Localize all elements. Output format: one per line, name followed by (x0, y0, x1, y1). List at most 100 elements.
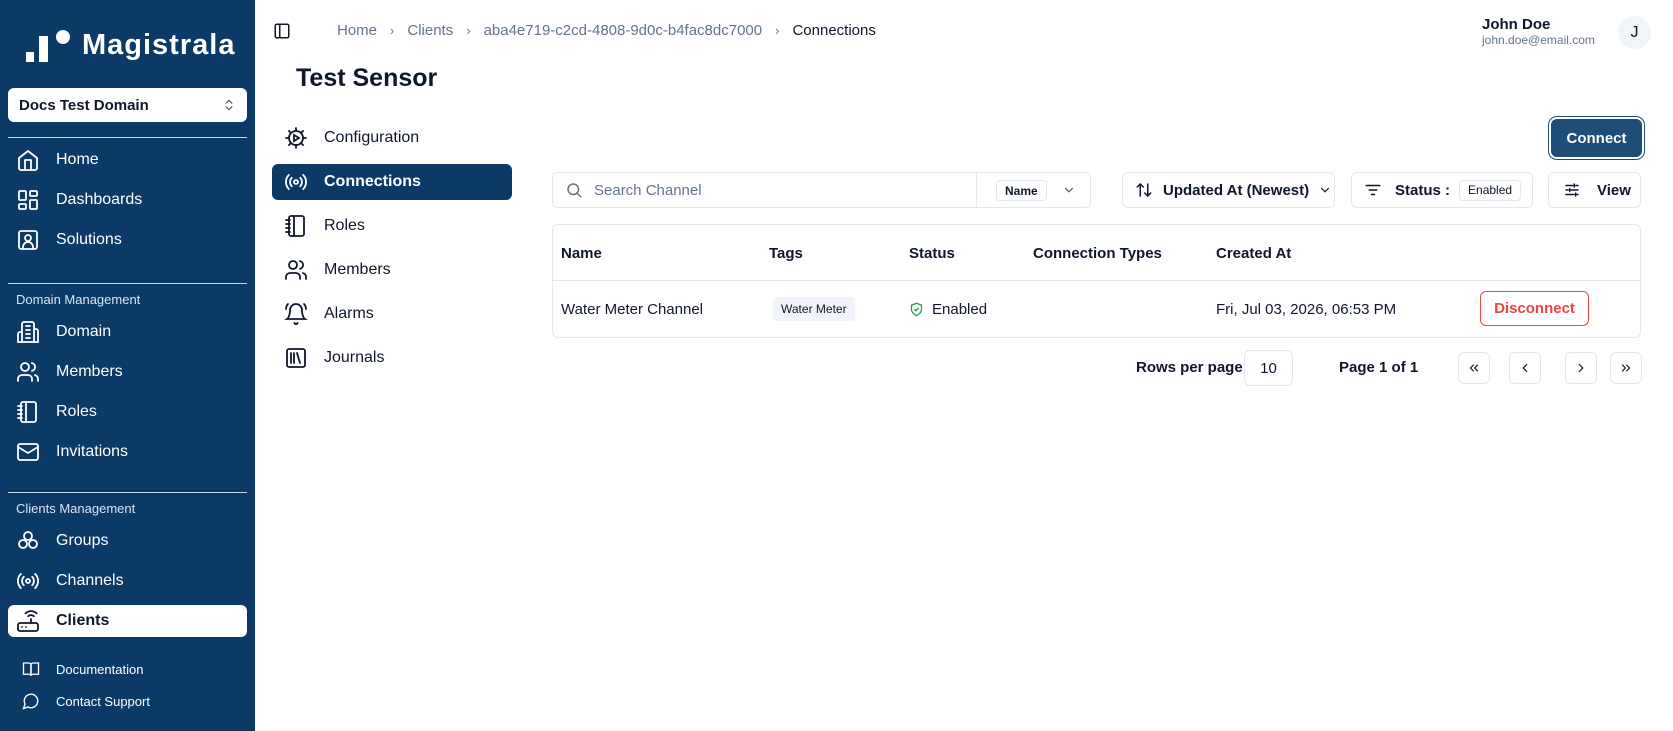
tab-roles[interactable]: Roles (272, 208, 512, 244)
status-filter-label: Status : (1395, 181, 1451, 199)
search-field-select[interactable]: Name (996, 180, 1047, 201)
breadcrumb-separator-icon: › (390, 23, 395, 38)
sidebar-item-label: Documentation (56, 661, 144, 677)
sidebar-item-channels[interactable]: Channels (8, 565, 247, 597)
disconnect-button[interactable]: Disconnect (1480, 291, 1589, 326)
tab-connections[interactable]: Connections (272, 164, 512, 200)
breadcrumb: Home › Clients › aba4e719-c2cd-4808-9d0c… (337, 22, 876, 39)
cell-created-at: Fri, Jul 03, 2026, 06:53 PM (1216, 301, 1397, 318)
tag-badge: Water Meter (773, 297, 855, 321)
tab-label: Alarms (324, 305, 374, 322)
radio-icon (17, 573, 39, 589)
previous-page-button[interactable] (1509, 352, 1541, 384)
sidebar-item-members[interactable]: Members (8, 356, 247, 388)
sidebar-item-home[interactable]: Home (8, 144, 247, 176)
sort-button[interactable]: Updated At (Newest) (1122, 172, 1335, 208)
sidebar-item-label: Roles (56, 403, 97, 420)
status-filter-value: Enabled (1459, 179, 1522, 201)
tab-journals[interactable]: Journals (272, 340, 512, 376)
chevrons-left-icon (1469, 364, 1479, 372)
status-filter-button[interactable]: Status : Enabled (1351, 172, 1533, 208)
shield-check-icon (910, 302, 923, 317)
chevron-left-icon (1522, 363, 1528, 373)
message-icon (22, 693, 39, 710)
sidebar-item-label: Contact Support (56, 693, 150, 709)
sidebar-item-label: Dashboards (56, 191, 143, 208)
tab-members[interactable]: Members (272, 252, 512, 288)
sidebar-divider (8, 283, 247, 284)
sidebar-item-clients[interactable]: Clients (8, 605, 247, 637)
tab-label: Configuration (324, 129, 420, 146)
column-header-connection-types: Connection Types (1033, 245, 1162, 262)
home-icon (18, 150, 38, 171)
sidebar-toggle-icon[interactable] (273, 22, 291, 40)
router-icon (17, 610, 39, 632)
tab-label: Roles (324, 217, 365, 234)
cell-name: Water Meter Channel (561, 301, 704, 318)
sidebar-item-label: Solutions (56, 231, 122, 248)
view-options-button[interactable]: View (1548, 172, 1641, 208)
tab-label: Connections (324, 173, 421, 190)
first-page-button[interactable] (1458, 352, 1490, 384)
notebook-icon (285, 215, 305, 237)
last-page-button[interactable] (1610, 352, 1642, 384)
sort-label: Updated At (Newest) (1163, 181, 1310, 199)
search-bar: Name (552, 172, 1091, 208)
chevrons-up-down-icon (225, 99, 233, 111)
book-icon (22, 662, 40, 676)
avatar[interactable]: J (1618, 16, 1651, 49)
sidebar-item-label: Clients (56, 612, 110, 629)
bell-icon (284, 303, 308, 325)
section-label-domain-management: Domain Management (16, 292, 141, 307)
chevron-down-icon (1321, 187, 1330, 193)
radio-icon (285, 174, 307, 190)
users-icon (17, 362, 39, 382)
view-label: View (1597, 181, 1631, 199)
breadcrumb-home[interactable]: Home (337, 22, 377, 39)
sidebar-item-domain[interactable]: Domain (8, 316, 247, 348)
sidebar-item-label: Groups (56, 532, 109, 549)
domain-selector[interactable]: Docs Test Domain (8, 88, 247, 122)
breadcrumb-clients[interactable]: Clients (407, 22, 453, 39)
domain-selector-label: Docs Test Domain (19, 96, 149, 114)
tab-configuration[interactable]: Configuration (272, 120, 512, 156)
library-icon (286, 348, 306, 368)
cell-status: Enabled (909, 301, 987, 318)
sort-arrows-icon (1136, 183, 1152, 197)
next-page-button[interactable] (1565, 352, 1597, 384)
sidebar-item-label: Domain (56, 323, 112, 340)
sidebar-item-invitations[interactable]: Invitations (8, 436, 247, 468)
status-text: Enabled (932, 301, 988, 318)
user-email: john.doe@email.com (1482, 33, 1595, 47)
tab-label: Journals (324, 349, 385, 366)
users-icon (285, 260, 307, 280)
page-indicator: Page 1 of 1 (1339, 359, 1419, 376)
sidebar-item-contact-support[interactable]: Contact Support (8, 687, 247, 715)
connect-button[interactable]: Connect (1551, 119, 1642, 157)
breadcrumb-current: Connections (792, 22, 876, 39)
app-name: Magistrala (82, 28, 236, 61)
user-info[interactable]: John Doe john.doe@email.com (1482, 17, 1595, 46)
cog-icon (285, 127, 307, 149)
sidebar-item-solutions[interactable]: Solutions (8, 224, 247, 256)
tab-alarms[interactable]: Alarms (272, 296, 512, 332)
sidebar-item-roles[interactable]: Roles (8, 396, 247, 428)
app-logo[interactable]: Magistrala (26, 28, 235, 62)
search-icon (567, 183, 582, 198)
column-header-name: Name (561, 245, 602, 262)
user-name: John Doe (1482, 16, 1551, 33)
breadcrumb-separator-icon: › (466, 23, 471, 38)
column-header-created-at: Created At (1216, 245, 1292, 262)
sidebar-item-dashboards[interactable]: Dashboards (8, 184, 247, 216)
notebook-icon (17, 401, 37, 423)
column-header-status: Status (909, 245, 955, 262)
breadcrumb-client-id[interactable]: aba4e719-c2cd-4808-9d0c-b4fac8dc7000 (484, 22, 763, 39)
search-input[interactable] (594, 181, 974, 199)
sidebar-item-documentation[interactable]: Documentation (8, 655, 247, 683)
sidebar-divider (8, 492, 247, 493)
tab-label: Members (324, 261, 391, 278)
rows-per-page-select[interactable]: 10 (1244, 350, 1293, 386)
sidebar-item-groups[interactable]: Groups (8, 525, 247, 557)
chevron-down-icon[interactable] (1062, 183, 1076, 197)
logo-mark-icon (26, 28, 72, 62)
